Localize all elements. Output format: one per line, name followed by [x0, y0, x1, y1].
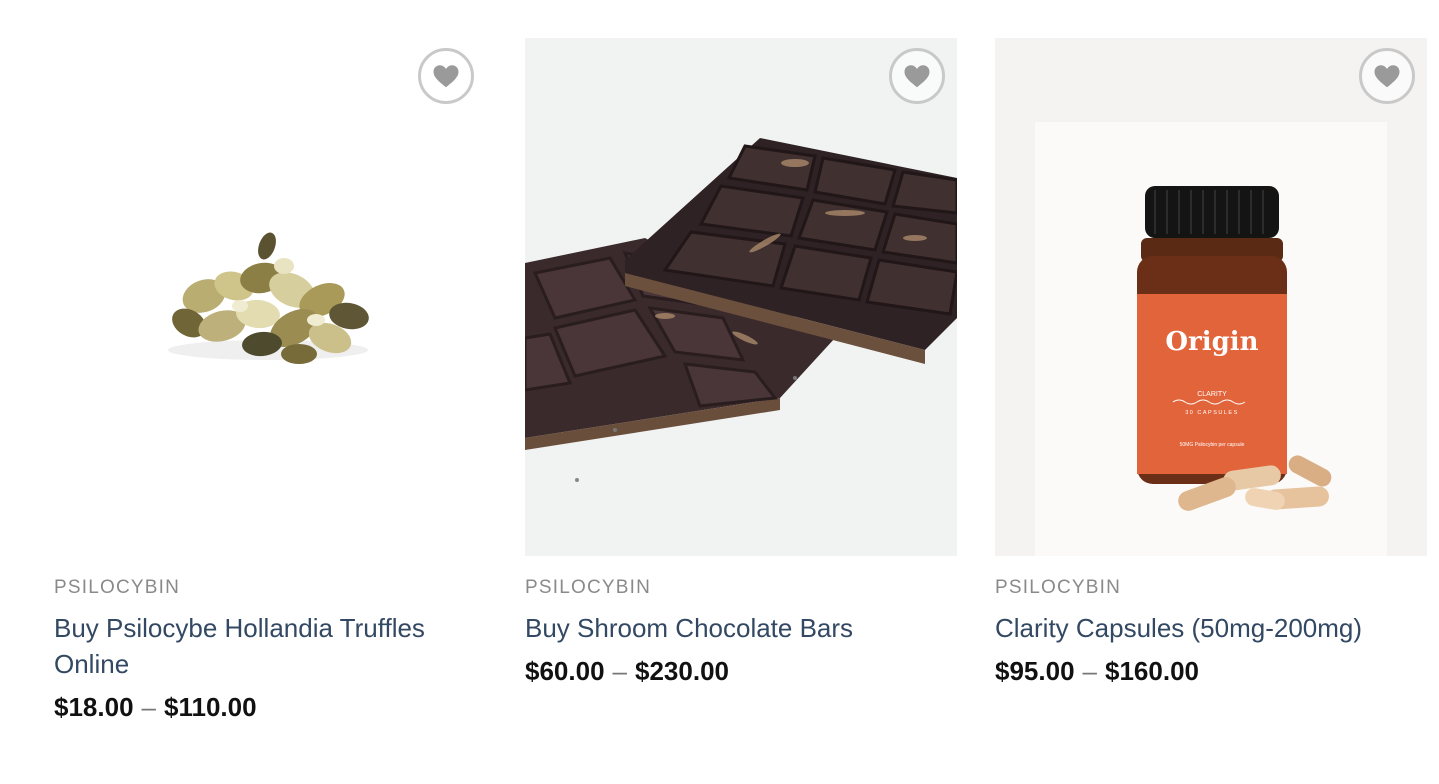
product-price: $95.00– $160.00	[995, 654, 1427, 688]
product-category: PSILOCYBIN	[54, 577, 181, 598]
price-max: $160.00	[1105, 656, 1199, 686]
heart-icon	[904, 65, 930, 88]
product-price: $60.00– $230.00	[525, 654, 957, 688]
wishlist-button[interactable]	[1359, 48, 1415, 104]
price-max: $110.00	[164, 692, 257, 722]
bottle-dose: 50MG Psilocybin per capsule	[1180, 442, 1245, 448]
price-separator: –	[612, 656, 627, 686]
price-separator: –	[141, 692, 156, 722]
bottle-product: CLARITY	[1197, 391, 1227, 398]
product-card: PSILOCYBIN Buy Psilocybe Hollandia Truff…	[54, 38, 486, 724]
product-category: PSILOCYBIN	[995, 577, 1122, 598]
product-title-link[interactable]: Clarity Capsules (50mg-200mg)	[995, 610, 1427, 646]
capsule-bottle-image: Origin CLARITY 30 CAPSULES 50MG Psilocyb…	[1035, 122, 1387, 556]
product-image[interactable]	[525, 38, 957, 556]
product-category: PSILOCYBIN	[525, 577, 652, 598]
product-title-link[interactable]: Buy Shroom Chocolate Bars	[525, 610, 957, 646]
product-grid: PSILOCYBIN Buy Psilocybe Hollandia Truff…	[0, 0, 1439, 784]
wishlist-button[interactable]	[418, 48, 474, 104]
product-card: PSILOCYBIN Buy Shroom Chocolate Bars $60…	[525, 38, 957, 688]
heart-icon	[1374, 65, 1400, 88]
price-min: $95.00	[995, 656, 1075, 686]
price-min: $18.00	[54, 692, 134, 722]
price-min: $60.00	[525, 656, 605, 686]
bottle-brand: Origin	[1165, 327, 1258, 357]
heart-icon	[433, 65, 459, 88]
price-separator: –	[1082, 656, 1097, 686]
product-price: $18.00– $110.00	[54, 690, 486, 724]
product-image[interactable]	[54, 38, 486, 556]
chocolate-bars-image	[525, 138, 957, 482]
bottle-count: 30 CAPSULES	[1185, 410, 1239, 416]
product-card: Origin CLARITY 30 CAPSULES 50MG Psilocyb…	[995, 38, 1427, 688]
product-title-link[interactable]: Buy Psilocybe Hollandia Truffles Online	[54, 610, 486, 682]
wishlist-button[interactable]	[889, 48, 945, 104]
product-image[interactable]: Origin CLARITY 30 CAPSULES 50MG Psilocyb…	[995, 38, 1427, 556]
price-max: $230.00	[635, 656, 729, 686]
truffles-image	[168, 232, 369, 364]
